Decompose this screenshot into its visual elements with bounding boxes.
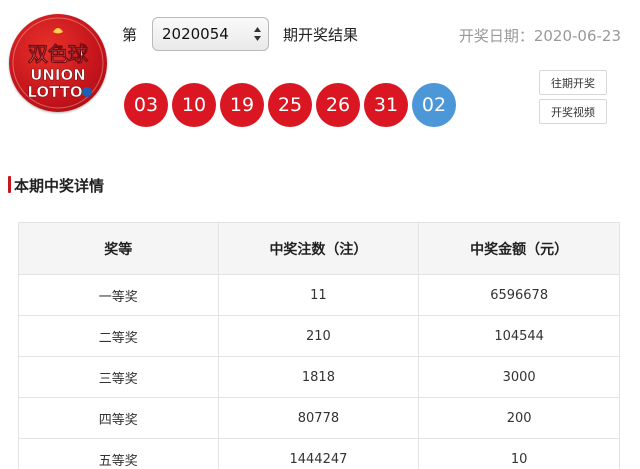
column-header: 中奖金额（元） (418, 222, 620, 275)
section-marker (8, 176, 11, 193)
issue-select[interactable]: 2020054 (152, 17, 269, 51)
winner-count-cell: 1818 (217, 356, 420, 398)
prize-tier-cell: 五等奖 (18, 438, 219, 469)
section-title: 本期中奖详情 (14, 177, 105, 195)
winner-count-cell: 1444247 (217, 438, 420, 469)
red-ball: 10 (172, 83, 216, 127)
table-row: 三等奖 1818 3000 (18, 356, 620, 398)
prize-tier-cell: 二等奖 (18, 315, 219, 357)
prize-tier-cell: 四等奖 (18, 397, 219, 439)
prize-amount-cell: 3000 (418, 356, 620, 398)
winner-count-cell: 210 (217, 315, 420, 357)
column-header: 奖等 (18, 222, 219, 275)
red-ball: 03 (124, 83, 168, 127)
lottery-result-page: 双色球 UNION LOTTO 第 2020054 期开奖结果 开奖日期：202… (0, 0, 640, 469)
table-row: 一等奖 11 6596678 (18, 274, 620, 316)
table-row: 二等奖 210 104544 (18, 315, 620, 357)
red-ball: 31 (364, 83, 408, 127)
prize-amount-cell: 200 (418, 397, 620, 439)
lottery-logo: 双色球 UNION LOTTO (9, 14, 107, 112)
winner-count-cell: 11 (217, 274, 420, 316)
prize-tier-cell: 一等奖 (18, 274, 219, 316)
column-header: 中奖注数（注） (217, 222, 420, 275)
prize-amount-cell: 104544 (418, 315, 620, 357)
select-updown-icon (254, 27, 261, 41)
logo-chinese-text: 双色球 (28, 42, 89, 66)
history-draws-button[interactable]: 往期开奖 (539, 70, 607, 95)
table-header-row: 奖等 中奖注数（注） 中奖金额（元） (18, 222, 620, 275)
table-row: 四等奖 80778 200 (18, 397, 620, 439)
red-ball: 26 (316, 83, 360, 127)
draw-date-label: 开奖日期：2020-06-23 (458, 27, 621, 45)
prize-tier-cell: 三等奖 (18, 356, 219, 398)
logo-graphic: 双色球 UNION LOTTO (12, 17, 104, 109)
draw-video-button[interactable]: 开奖视频 (539, 99, 607, 124)
issue-prefix-label: 第 (122, 26, 138, 44)
red-ball: 19 (220, 83, 264, 127)
prize-amount-cell: 6596678 (418, 274, 620, 316)
issue-select-value: 2020054 (162, 25, 229, 43)
prize-amount-cell: 10 (418, 438, 620, 469)
prize-table: 奖等 中奖注数（注） 中奖金额（元） 一等奖 11 6596678 二等奖 21… (18, 222, 620, 469)
logo-lotto-text: LOTTO (27, 83, 82, 101)
result-title-label: 期开奖结果 (283, 26, 359, 44)
logo-union-text: UNION (30, 66, 86, 84)
red-ball: 25 (268, 83, 312, 127)
blue-ball: 02 (412, 83, 456, 127)
winner-count-cell: 80778 (217, 397, 420, 439)
table-row: 五等奖 1444247 10 (18, 438, 620, 469)
